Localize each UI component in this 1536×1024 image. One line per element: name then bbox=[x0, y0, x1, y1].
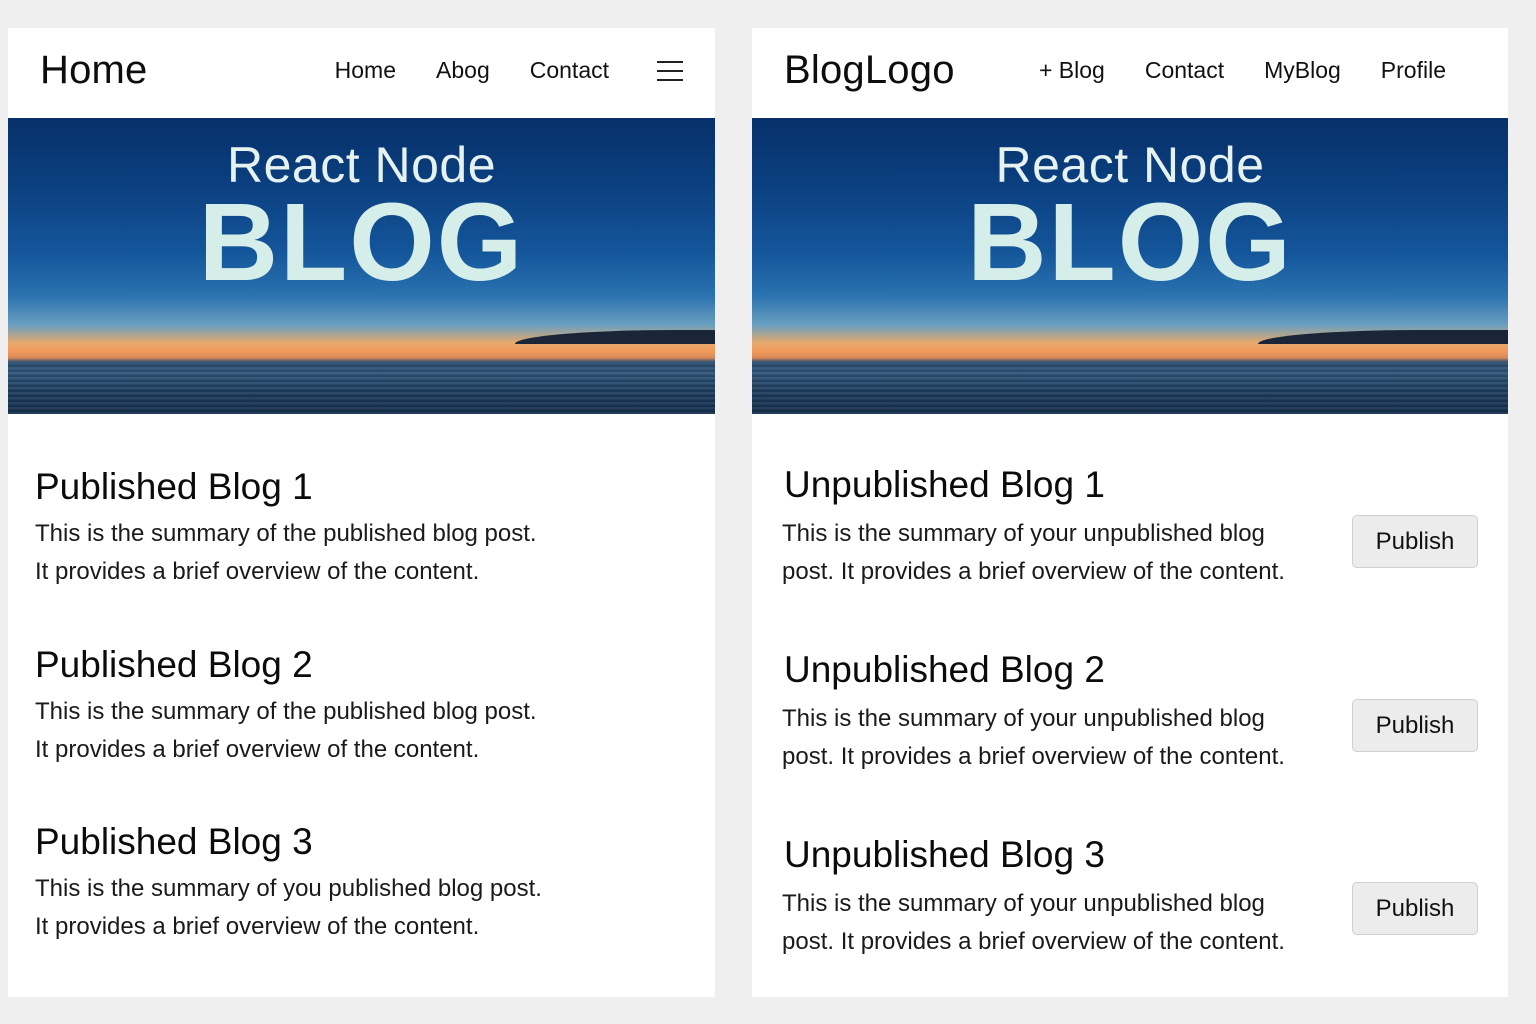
post-summary-line: It provides a brief overview of the cont… bbox=[35, 913, 480, 940]
nav-link-add-blog[interactable]: + Blog bbox=[1039, 57, 1105, 84]
nav-link-contact[interactable]: Contact bbox=[530, 57, 609, 84]
hero-title: BLOG bbox=[198, 181, 525, 304]
hamburger-menu-icon[interactable] bbox=[657, 60, 683, 82]
coastline-silhouette bbox=[1258, 330, 1508, 344]
post-summary-line: This is the summary of the published blo… bbox=[35, 698, 537, 725]
hero-title: BLOG bbox=[967, 181, 1293, 304]
ocean-texture bbox=[752, 362, 1508, 414]
post-summary-line: post. It provides a brief overview of th… bbox=[782, 558, 1285, 585]
coastline-silhouette bbox=[515, 330, 715, 344]
nav-menu: Home Abog Contact bbox=[335, 57, 683, 84]
published-blogs-panel: Home Home Abog Contact React Node BLOG P… bbox=[8, 28, 715, 997]
post-summary-line: This is the summary of your unpublished … bbox=[782, 520, 1265, 547]
post-summary-line: It provides a brief overview of the cont… bbox=[35, 736, 480, 763]
ocean-texture bbox=[8, 362, 715, 414]
post-summary-line: This is the summary of your unpublished … bbox=[782, 705, 1265, 732]
post-title[interactable]: Unpublished Blog 3 bbox=[784, 834, 1105, 876]
post-summary-line: post. It provides a brief overview of th… bbox=[782, 928, 1285, 955]
post-summary: This is the summary of the published blo… bbox=[35, 515, 615, 591]
brand-title[interactable]: Home bbox=[40, 48, 148, 93]
post-title[interactable]: Unpublished Blog 1 bbox=[784, 464, 1105, 506]
nav-link-contact[interactable]: Contact bbox=[1145, 57, 1224, 84]
post-title[interactable]: Published Blog 2 bbox=[35, 644, 313, 686]
publish-button[interactable]: Publish bbox=[1352, 699, 1478, 752]
nav-link-profile[interactable]: Profile bbox=[1381, 57, 1446, 84]
top-navbar: BlogLogo + Blog Contact MyBlog Profile bbox=[752, 28, 1508, 118]
post-summary: This is the summary of your unpublished … bbox=[782, 885, 1347, 961]
post-summary-line: This is the summary of you published blo… bbox=[35, 875, 542, 902]
post-summary-line: This is the summary of your unpublished … bbox=[782, 890, 1265, 917]
post-summary-line: This is the summary of the published blo… bbox=[35, 520, 537, 547]
post-summary: This is the summary of your unpublished … bbox=[782, 700, 1347, 776]
post-summary: This is the summary of the published blo… bbox=[35, 693, 615, 769]
publish-button[interactable]: Publish bbox=[1352, 882, 1478, 935]
post-title[interactable]: Unpublished Blog 2 bbox=[784, 649, 1105, 691]
publish-button[interactable]: Publish bbox=[1352, 515, 1478, 568]
unpublished-blogs-panel: BlogLogo + Blog Contact MyBlog Profile R… bbox=[752, 28, 1508, 997]
post-title[interactable]: Published Blog 3 bbox=[35, 821, 313, 863]
nav-link-abog[interactable]: Abog bbox=[436, 57, 490, 84]
nav-menu: + Blog Contact MyBlog Profile bbox=[1039, 57, 1446, 84]
post-summary-line: It provides a brief overview of the cont… bbox=[35, 558, 480, 585]
hero-banner: React Node BLOG bbox=[752, 118, 1508, 414]
nav-link-home[interactable]: Home bbox=[335, 57, 396, 84]
post-summary: This is the summary of your unpublished … bbox=[782, 515, 1347, 591]
brand-logo[interactable]: BlogLogo bbox=[784, 48, 955, 93]
post-summary-line: post. It provides a brief overview of th… bbox=[782, 743, 1285, 770]
hero-banner: React Node BLOG bbox=[8, 118, 715, 414]
nav-link-myblog[interactable]: MyBlog bbox=[1264, 57, 1341, 84]
top-navbar: Home Home Abog Contact bbox=[8, 28, 715, 118]
post-summary: This is the summary of you published blo… bbox=[35, 870, 615, 946]
post-title[interactable]: Published Blog 1 bbox=[35, 466, 313, 508]
